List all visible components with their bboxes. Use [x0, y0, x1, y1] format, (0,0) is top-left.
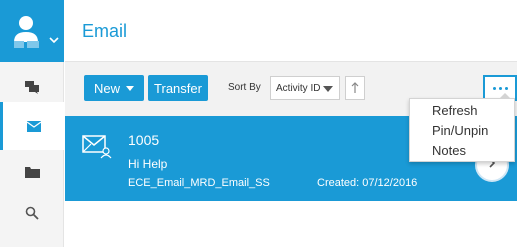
arrow-up-icon: [351, 79, 359, 98]
chat-icon: [24, 79, 40, 98]
caret-down-icon: [323, 86, 333, 92]
sidebar: [0, 0, 64, 247]
user-profile[interactable]: [0, 0, 64, 62]
more-dot-icon: [504, 86, 508, 90]
caret-down-icon: [126, 85, 134, 91]
activity-address: ECE_Email_MRD_Email_SS: [128, 177, 270, 189]
more-options-menu: Refresh Pin/Unpin Notes: [409, 93, 516, 162]
new-button-label: New: [93, 80, 120, 96]
sidebar-item-search[interactable]: [0, 190, 64, 238]
menu-item-pin-unpin[interactable]: Pin/Unpin: [410, 121, 516, 141]
transfer-button[interactable]: Transfer: [148, 75, 208, 101]
page-header: Email: [65, 0, 517, 62]
folder-icon: [24, 163, 40, 182]
menu-pointer: [499, 93, 511, 99]
sort-direction-button[interactable]: [345, 76, 365, 100]
activity-subject: Hi Help: [128, 157, 168, 171]
new-button[interactable]: New: [84, 75, 144, 101]
more-dot-icon: [498, 86, 502, 90]
sort-by-select[interactable]: Activity ID: [270, 76, 340, 100]
more-dot-icon: [492, 86, 496, 90]
user-avatar-icon[interactable]: [12, 14, 42, 54]
sort-by-label: Sort By: [228, 82, 261, 93]
chevron-down-icon[interactable]: [49, 29, 59, 48]
sidebar-item-email[interactable]: [0, 102, 64, 150]
sort-by-value: Activity ID: [276, 82, 321, 94]
menu-item-refresh[interactable]: Refresh: [410, 101, 516, 121]
envelope-icon: [26, 117, 41, 136]
menu-item-notes[interactable]: Notes: [410, 141, 516, 161]
sidebar-item-folder[interactable]: [0, 148, 64, 196]
activity-id: 1005: [128, 132, 160, 148]
search-icon: [25, 205, 39, 224]
activity-created-date: Created: 07/12/2016: [317, 177, 418, 189]
page-title: Email: [82, 21, 128, 41]
email-activity-icon: [82, 133, 112, 164]
